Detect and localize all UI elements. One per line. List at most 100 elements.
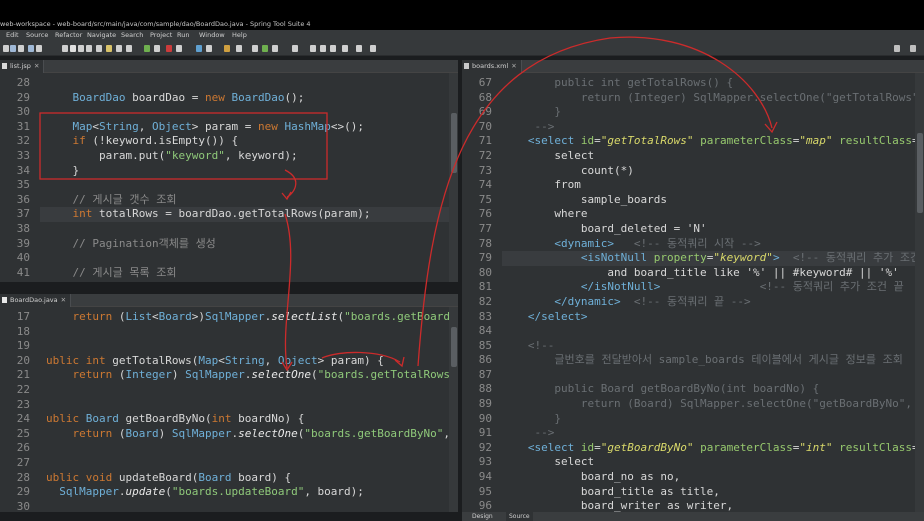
code-line[interactable]: } (46, 164, 371, 179)
toolbar-button-icon[interactable] (154, 45, 160, 52)
code-line[interactable]: // 게시글 갯수 조회 (46, 193, 371, 208)
code-line[interactable] (46, 76, 371, 91)
code-line[interactable]: where (508, 207, 924, 222)
code-line[interactable]: param.put("keyword", keyword); (46, 149, 371, 164)
perspective-icon[interactable] (910, 45, 916, 52)
toolbar-button-icon[interactable] (330, 45, 336, 52)
toolbar-button-icon[interactable] (356, 45, 362, 52)
code-line[interactable]: if (!keyword.isEmpty()) { (46, 134, 371, 149)
tab-source[interactable]: Source (506, 512, 533, 521)
code-line[interactable]: return (Integer) SqlMapper.selectOne("bo… (46, 368, 459, 383)
close-icon[interactable]: ✕ (34, 62, 39, 70)
code-line[interactable] (46, 339, 458, 354)
menu-item-window[interactable]: Window (199, 31, 225, 39)
code-area[interactable]: BoardDao boardDao = new BoardDao(); Map<… (46, 76, 371, 282)
code-line[interactable] (46, 456, 458, 471)
toolbar-button-icon[interactable] (262, 45, 268, 52)
menu-item-edit[interactable]: Edit (6, 31, 19, 39)
toolbar-button-icon[interactable] (252, 45, 258, 52)
menu-item-run[interactable]: Run (177, 31, 189, 39)
editor-list-jsp[interactable]: list.jsp✕ 282930313233343536373839404142… (0, 60, 458, 282)
code-line[interactable]: return (Board) SqlMapper.selectOne("boar… (46, 427, 459, 442)
toolbar-button-icon[interactable] (196, 45, 202, 52)
code-line[interactable]: ublic Board getBoardByNo(int boardNo) { (46, 412, 458, 427)
code-line[interactable]: param.put("begin", 1); (46, 280, 371, 282)
scrollbar-thumb[interactable] (917, 133, 923, 213)
toolbar-button-icon[interactable] (116, 45, 122, 52)
code-line[interactable]: --> (508, 120, 924, 135)
tab-design[interactable]: Design (472, 512, 493, 521)
toolbar-button-icon[interactable] (236, 45, 242, 52)
toolbar-button-icon[interactable] (272, 45, 278, 52)
code-line[interactable]: <select id="getBoardByNo" parameterClass… (508, 441, 924, 456)
code-line[interactable]: </isNotNull> <!-- 동적쿼리 추가 조건 끝 (508, 280, 924, 295)
code-line[interactable]: <select id="getTotalRows" parameterClass… (508, 134, 924, 149)
vertical-scrollbar[interactable] (449, 307, 458, 512)
code-line[interactable]: board_no as no, (508, 470, 924, 485)
toolbar-button-icon[interactable] (224, 45, 230, 52)
code-area[interactable]: return (List<Board>)SqlMapper.selectList… (46, 310, 458, 512)
toolbar-button-icon[interactable] (96, 45, 102, 52)
toolbar-button-icon[interactable] (62, 45, 68, 52)
code-line[interactable]: } (508, 412, 924, 427)
code-line[interactable]: public int getTotalRows() { (508, 76, 924, 91)
code-line[interactable]: select (508, 455, 924, 470)
code-line[interactable]: --> (508, 426, 924, 441)
vertical-scrollbar[interactable] (915, 73, 924, 512)
toolbar-button-icon[interactable] (176, 45, 182, 52)
toolbar-button-icon[interactable] (106, 45, 112, 52)
tab-list-jsp[interactable]: list.jsp ✕ (0, 60, 45, 73)
toolbar-button-icon[interactable] (28, 45, 34, 52)
menu-item-project[interactable]: Project (150, 31, 172, 39)
code-line[interactable]: </select> (508, 310, 924, 325)
close-icon[interactable]: ✕ (511, 62, 516, 70)
toolbar-button-icon[interactable] (342, 45, 348, 52)
code-line[interactable] (46, 398, 458, 413)
close-icon[interactable]: ✕ (61, 296, 66, 304)
code-line[interactable]: board_writer as writer, (508, 499, 924, 512)
code-line[interactable] (46, 383, 458, 398)
code-line[interactable] (508, 324, 924, 339)
toolbar-button-icon[interactable] (86, 45, 92, 52)
toolbar-button-icon[interactable] (18, 45, 24, 52)
code-line[interactable] (46, 178, 371, 193)
code-line[interactable]: ublic int getTotalRows(Map<String, Objec… (46, 354, 458, 369)
code-line[interactable]: int totalRows = boardDao.getTotalRows(pa… (46, 207, 371, 222)
code-line[interactable] (46, 500, 458, 512)
code-line[interactable]: return (Integer) SqlMapper.selectOne("ge… (508, 91, 924, 106)
code-line[interactable]: <isNotNull property="keyword"> <!-- 동적쿼리… (508, 251, 924, 266)
code-line[interactable]: return (List<Board>)SqlMapper.selectList… (46, 310, 459, 325)
code-line[interactable]: <dynamic> <!-- 동적쿼리 시작 --> (508, 237, 924, 252)
search-icon[interactable] (894, 45, 900, 52)
code-line[interactable]: return (Board) SqlMapper.selectOne("getB… (508, 397, 924, 412)
editor-boards-xml[interactable]: boards.xml ✕ 67 68 69 70 71 72 73 74 75 76 77 78 79 80… (462, 60, 924, 512)
code-line[interactable] (46, 105, 371, 120)
tab-boards-xml[interactable]: boards.xml ✕ (462, 60, 522, 73)
code-line[interactable]: // 게시글 목록 조회 (46, 266, 371, 281)
code-line[interactable] (46, 325, 458, 340)
code-line[interactable]: BoardDao boardDao = new BoardDao(); (46, 91, 371, 106)
toolbar-button-icon[interactable] (144, 45, 150, 52)
toolbar-button-icon[interactable] (166, 45, 172, 52)
menu-item-help[interactable]: Help (232, 31, 247, 39)
code-line[interactable]: <!-- (508, 339, 924, 354)
code-line[interactable]: board_title as title, (508, 485, 924, 500)
code-line[interactable]: select (508, 149, 924, 164)
code-line[interactable]: count(*) (508, 164, 924, 179)
menu-item-search[interactable]: Search (121, 31, 143, 39)
toolbar-button-icon[interactable] (126, 45, 132, 52)
code-line[interactable]: } (508, 105, 924, 120)
code-line[interactable] (508, 368, 924, 383)
code-line[interactable]: board_deleted = 'N' (508, 222, 924, 237)
toolbar-button-icon[interactable] (3, 45, 9, 52)
scrollbar-thumb[interactable] (451, 327, 457, 367)
toolbar-button-icon[interactable] (36, 45, 42, 52)
toolbar-button-icon[interactable] (78, 45, 84, 52)
code-line[interactable] (46, 441, 458, 456)
code-line[interactable]: Map<String, Object> param = new HashMap<… (46, 120, 371, 135)
toolbar-button-icon[interactable] (310, 45, 316, 52)
toolbar-button-icon[interactable] (10, 45, 16, 52)
code-line[interactable]: sample_boards (508, 193, 924, 208)
code-line[interactable] (46, 222, 371, 237)
tab-boarddao-java[interactable]: BoardDao.java ✕ (0, 294, 72, 307)
